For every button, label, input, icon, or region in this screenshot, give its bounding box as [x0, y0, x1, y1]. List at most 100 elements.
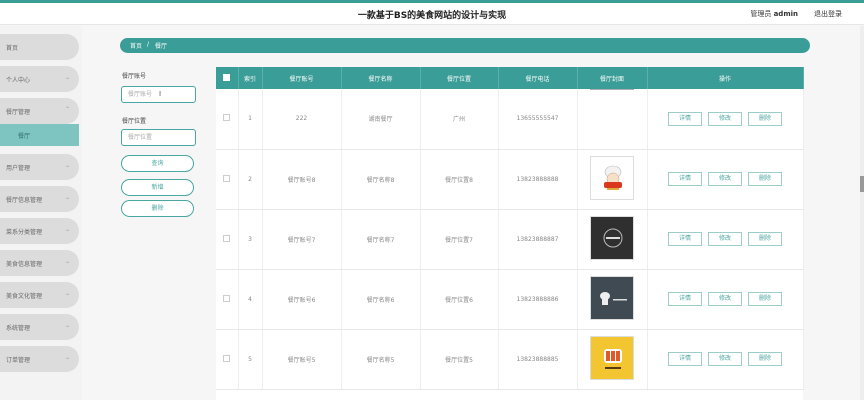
- column-header: 餐厅电话: [498, 67, 578, 89]
- cell-account: 222: [262, 89, 342, 150]
- scrollbar-thumb[interactable]: [860, 176, 864, 192]
- chevron-down-icon: ⌄: [64, 258, 70, 265]
- sidebar-item-label: 用户管理: [6, 165, 31, 172]
- edit-button[interactable]: 修改: [708, 232, 742, 246]
- sidebar-item-cuisine-category[interactable]: 菜系分类管理 ⌄: [0, 218, 79, 244]
- cell-actions: 详情 修改 删除: [647, 269, 804, 330]
- location-label: 餐厅位置: [122, 118, 147, 125]
- sidebar-subitem-restaurant[interactable]: 餐厅: [0, 124, 79, 146]
- column-header: 餐厅账号: [262, 67, 342, 89]
- cell-index: 4: [238, 269, 263, 330]
- row-delete-button[interactable]: 删除: [748, 232, 782, 246]
- cover-image: [590, 336, 634, 380]
- cell-index: 1: [238, 89, 263, 150]
- chevron-down-icon: ⌄: [64, 74, 70, 81]
- sidebar-subitem-label: 餐厅: [18, 133, 31, 140]
- cell-actions: 详情 修改 删除: [647, 149, 804, 210]
- breadcrumb-separator: /: [147, 41, 150, 48]
- detail-button[interactable]: 详情: [668, 111, 702, 126]
- cell-phone: 13823888888: [498, 149, 578, 210]
- row-checkbox[interactable]: [223, 114, 231, 122]
- chef-logo-icon: [604, 165, 622, 190]
- breadcrumb-home[interactable]: 首页: [130, 41, 142, 50]
- detail-button[interactable]: 详情: [668, 292, 702, 306]
- cell-index: 2: [238, 149, 263, 210]
- sidebar-item-orders[interactable]: 订单管理 ⌄: [0, 346, 79, 372]
- cell-actions: 详情 修改 删除: [647, 209, 804, 270]
- chevron-down-icon: ⌄: [64, 194, 70, 201]
- row-checkbox[interactable]: [223, 294, 231, 302]
- sidebar-item-food-info[interactable]: 美食信息管理 ⌄: [0, 250, 79, 276]
- location-search-input[interactable]: 餐厅位置: [121, 129, 196, 146]
- table-header-row: 索引 餐厅账号 餐厅名称 餐厅位置 餐厅电话 餐厅封面 操作: [216, 67, 804, 89]
- edit-button[interactable]: 修改: [708, 111, 742, 126]
- sidebar-item-profile[interactable]: 个人中心 ⌄: [0, 66, 79, 92]
- sidebar-item-home[interactable]: 首页: [0, 34, 79, 60]
- cell-location: 餐厅位置7: [420, 209, 499, 270]
- sidebar: 首页 个人中心 ⌄ 餐厅管理 ⌃ 餐厅 用户管理 ⌄ 餐厅信息管理 ⌄ 菜系分类…: [0, 26, 82, 400]
- row-checkbox[interactable]: [223, 234, 231, 242]
- chevron-down-icon: ⌄: [64, 226, 70, 233]
- dark-logo-icon: [591, 217, 633, 259]
- select-all-checkbox[interactable]: [223, 73, 231, 81]
- add-button[interactable]: 新增: [121, 179, 194, 196]
- top-header: 一款基于BS的美食网站的设计与实现 管理员 admin 退出登录: [0, 3, 864, 25]
- cell-actions: 详情 修改 删除: [647, 329, 804, 390]
- account-placeholder: 餐厅账号: [128, 91, 153, 98]
- select-all-cell: [216, 67, 239, 89]
- row-delete-button[interactable]: 删除: [748, 352, 782, 366]
- breadcrumb-current: 餐厅: [155, 43, 168, 50]
- cell-index: 3: [238, 209, 263, 270]
- chef-hat-logo-icon: [591, 277, 633, 319]
- sidebar-item-restaurant-info[interactable]: 餐厅信息管理 ⌄: [0, 186, 79, 212]
- row-delete-button[interactable]: 删除: [748, 172, 782, 186]
- cell-account: 餐厅账号7: [262, 209, 342, 270]
- cell-cover: [577, 209, 648, 270]
- table-row: 1 222 湖南餐厅 广州 13655555547 详情 修改 删除: [216, 89, 804, 150]
- cell-cover: [577, 149, 648, 210]
- detail-button[interactable]: 详情: [668, 172, 702, 186]
- user-role: 管理员: [750, 10, 772, 18]
- sidebar-item-food-culture[interactable]: 美食文化管理 ⌄: [0, 282, 79, 308]
- sidebar-item-restaurant-mgmt[interactable]: 餐厅管理 ⌃: [0, 98, 79, 124]
- cell-name: 餐厅名称6: [341, 269, 421, 330]
- detail-button[interactable]: 详情: [668, 352, 702, 366]
- cover-image: [590, 216, 634, 260]
- chevron-down-icon: ⌄: [64, 354, 70, 361]
- sidebar-item-users[interactable]: 用户管理 ⌄: [0, 154, 79, 180]
- sidebar-item-label: 餐厅信息管理: [6, 197, 43, 204]
- detail-button[interactable]: 详情: [668, 232, 702, 246]
- account-search-input[interactable]: 餐厅账号 I: [121, 86, 196, 103]
- table-row: 2 餐厅账号8 餐厅名称8 餐厅位置8 13823888888 详情 修改 删除: [216, 149, 804, 210]
- row-checkbox[interactable]: [223, 174, 231, 182]
- breadcrumb: 首页 / 餐厅: [120, 38, 810, 53]
- location-placeholder: 餐厅位置: [128, 134, 153, 141]
- edit-button[interactable]: 修改: [708, 172, 742, 186]
- cell-location: 餐厅位置6: [420, 269, 499, 330]
- column-header: 餐厅名称: [341, 67, 421, 89]
- sidebar-item-label: 美食文化管理: [6, 293, 43, 300]
- row-delete-button[interactable]: 删除: [748, 111, 782, 126]
- table-row: 5 餐厅账号5 餐厅名称5 餐厅位置5 13823888885 详情 修改 删除: [216, 329, 804, 390]
- page-scrollbar[interactable]: [860, 26, 864, 400]
- sidebar-item-label: 菜系分类管理: [6, 229, 43, 236]
- edit-button[interactable]: 修改: [708, 352, 742, 366]
- site-title: 一款基于BS的美食网站的设计与实现: [357, 11, 507, 21]
- edit-button[interactable]: 修改: [708, 292, 742, 306]
- sidebar-item-label: 订单管理: [6, 357, 31, 364]
- text-cursor-icon: I: [159, 90, 162, 98]
- logout-link[interactable]: 退出登录: [814, 9, 842, 19]
- sidebar-item-label: 个人中心: [6, 77, 31, 84]
- cell-phone: 13823888886: [498, 269, 578, 330]
- cover-image-placeholder: [590, 89, 634, 91]
- cover-image: [590, 156, 634, 200]
- column-header: 餐厅位置: [420, 67, 499, 89]
- query-button[interactable]: 查询: [121, 155, 194, 172]
- cell-name: 餐厅名称8: [341, 149, 421, 210]
- delete-button[interactable]: 删除: [121, 200, 194, 217]
- row-checkbox[interactable]: [223, 354, 231, 362]
- sidebar-item-system[interactable]: 系统管理 ⌄: [0, 314, 79, 340]
- food-logo-icon: [591, 337, 633, 379]
- restaurant-table: 索引 餐厅账号 餐厅名称 餐厅位置 餐厅电话 餐厅封面 操作 1 222 湖南餐…: [216, 67, 804, 400]
- row-delete-button[interactable]: 删除: [748, 292, 782, 306]
